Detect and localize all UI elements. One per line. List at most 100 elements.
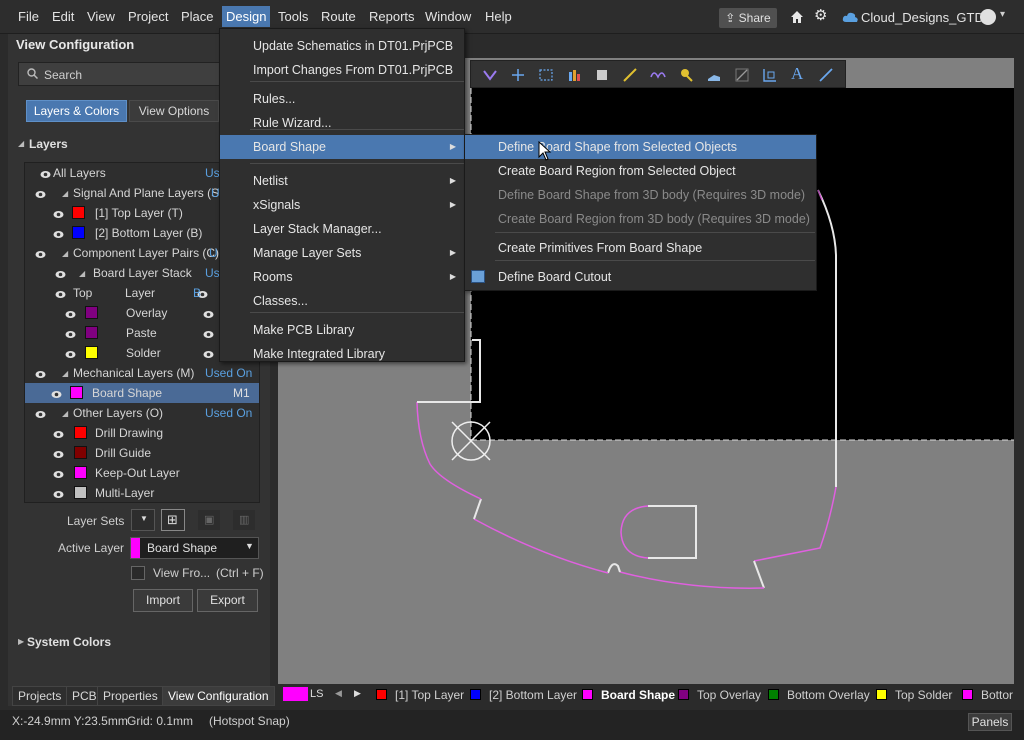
eye-icon[interactable] bbox=[53, 488, 64, 498]
scroll-left-icon[interactable]: ◀ bbox=[335, 688, 342, 699]
menu-route[interactable]: Route bbox=[321, 9, 356, 24]
eye-icon[interactable] bbox=[53, 228, 64, 238]
tab-view-configuration[interactable]: View Configuration bbox=[162, 686, 275, 706]
collapse-triangle-icon[interactable]: ◢ bbox=[62, 409, 68, 418]
eye-icon[interactable] bbox=[53, 448, 64, 458]
fill-icon[interactable] bbox=[706, 67, 722, 83]
export-button[interactable]: Export bbox=[197, 589, 258, 612]
route-icon[interactable] bbox=[622, 67, 638, 83]
eye-icon[interactable] bbox=[65, 308, 76, 318]
eye-icon[interactable] bbox=[40, 168, 51, 178]
expand-triangle-icon[interactable]: ▶ bbox=[18, 637, 24, 646]
scroll-right-icon[interactable]: ▶ bbox=[354, 688, 361, 699]
crosshair-icon[interactable] bbox=[510, 67, 526, 83]
layer-color-swatch[interactable] bbox=[74, 426, 87, 439]
chevron-down-icon[interactable]: ▼ bbox=[245, 541, 254, 551]
menu-item-netlist[interactable]: Netlist ▶ bbox=[220, 169, 464, 193]
collapse-triangle-icon[interactable]: ◢ bbox=[62, 249, 68, 258]
layer-tab-top-solder[interactable]: Top Solder bbox=[895, 688, 952, 702]
layer-row-drill-drawing[interactable]: Drill Drawing bbox=[25, 423, 259, 443]
submenu-item-define-board-cutout[interactable]: Define Board Cutout bbox=[465, 265, 816, 289]
system-colors-header[interactable]: System Colors bbox=[27, 635, 111, 649]
submenu-item-create-board-region[interactable]: Create Board Region from Selected Object bbox=[465, 159, 816, 183]
menu-item-layer-stack-manager[interactable]: Layer Stack Manager... bbox=[220, 217, 464, 241]
home-icon[interactable] bbox=[790, 10, 804, 24]
collapse-triangle-icon[interactable]: ◢ bbox=[62, 189, 68, 198]
eye-icon[interactable] bbox=[35, 368, 46, 378]
layer-row-other-layers[interactable]: ◢ Other Layers (O) Used On bbox=[25, 403, 259, 423]
layer-row-drill-guide[interactable]: Drill Guide bbox=[25, 443, 259, 463]
menu-item-make-pcb-library[interactable]: Make PCB Library bbox=[220, 318, 464, 342]
eye-icon[interactable] bbox=[53, 468, 64, 478]
menu-item-board-shape[interactable]: Board Shape ▶ bbox=[220, 135, 464, 159]
eye-icon[interactable] bbox=[53, 428, 64, 438]
menu-item-manage-layer-sets[interactable]: Manage Layer Sets ▶ bbox=[220, 241, 464, 265]
view-from-checkbox[interactable] bbox=[131, 566, 145, 580]
import-button[interactable]: Import bbox=[133, 589, 193, 612]
menu-file[interactable]: File bbox=[18, 9, 39, 24]
submenu-item-define-board-shape[interactable]: Define Board Shape from Selected Objects bbox=[465, 135, 816, 159]
layer-tab-bottom-solder[interactable]: Bottor bbox=[981, 688, 1013, 702]
via-icon[interactable] bbox=[678, 67, 694, 83]
tab-projects[interactable]: Projects bbox=[12, 686, 68, 706]
line-icon[interactable] bbox=[734, 67, 750, 83]
user-avatar-icon[interactable] bbox=[980, 9, 996, 25]
eye-icon[interactable] bbox=[53, 208, 64, 218]
collapse-triangle-icon[interactable]: ◢ bbox=[79, 269, 85, 278]
layer-color-swatch[interactable] bbox=[74, 486, 87, 499]
layer-color-swatch[interactable] bbox=[72, 206, 85, 219]
collapse-triangle-icon[interactable]: ◢ bbox=[62, 369, 68, 378]
menu-window[interactable]: Window bbox=[425, 9, 471, 24]
text-icon[interactable]: A bbox=[791, 64, 807, 83]
menu-place[interactable]: Place bbox=[181, 9, 214, 24]
menu-project[interactable]: Project bbox=[128, 9, 168, 24]
eye-icon[interactable] bbox=[55, 268, 66, 278]
layer-row-mechanical[interactable]: ◢ Mechanical Layers (M) Used On bbox=[25, 363, 259, 383]
eye-icon[interactable] bbox=[35, 248, 46, 258]
draw-line-icon[interactable] bbox=[818, 67, 834, 83]
align-icon[interactable] bbox=[566, 67, 582, 83]
dimension-icon[interactable] bbox=[762, 67, 778, 83]
layer-tab-bottom-layer[interactable]: [2] Bottom Layer bbox=[489, 688, 577, 702]
layer-color-swatch[interactable] bbox=[72, 226, 85, 239]
layer-tab-top-overlay[interactable]: Top Overlay bbox=[697, 688, 761, 702]
menu-item-rooms[interactable]: Rooms ▶ bbox=[220, 265, 464, 289]
menu-item-rules[interactable]: Rules... bbox=[220, 87, 464, 111]
submenu-item-create-primitives[interactable]: Create Primitives From Board Shape bbox=[465, 236, 816, 260]
menu-tools[interactable]: Tools bbox=[278, 9, 308, 24]
panels-button[interactable]: Panels bbox=[968, 713, 1012, 731]
tab-layers-colors[interactable]: Layers & Colors bbox=[26, 100, 127, 122]
menu-item-rule-wizard[interactable]: Rule Wizard... bbox=[220, 111, 464, 135]
menu-view[interactable]: View bbox=[87, 9, 115, 24]
layer-row-multi-layer[interactable]: Multi-Layer bbox=[25, 483, 259, 503]
menu-item-import-changes[interactable]: Import Changes From DT01.PrjPCB bbox=[220, 58, 464, 82]
layer-color-swatch[interactable] bbox=[85, 346, 98, 359]
eye-icon[interactable] bbox=[35, 188, 46, 198]
save-layer-set-button[interactable]: ▣ bbox=[197, 509, 221, 531]
eye-icon[interactable] bbox=[203, 348, 214, 358]
workspace-name[interactable]: Cloud_Designs_GTD bbox=[861, 10, 984, 25]
gear-icon[interactable]: ⚙ bbox=[814, 8, 828, 23]
menu-item-make-integrated-library[interactable]: Make Integrated Library bbox=[220, 342, 464, 366]
diff-pair-icon[interactable] bbox=[650, 67, 666, 83]
eye-icon[interactable] bbox=[65, 348, 76, 358]
eye-icon[interactable] bbox=[55, 288, 66, 298]
eye-icon[interactable] bbox=[51, 388, 62, 398]
select-rectangle-icon[interactable] bbox=[538, 67, 554, 83]
menu-reports[interactable]: Reports bbox=[369, 9, 415, 24]
delete-layer-set-button[interactable]: ▥ bbox=[232, 509, 256, 531]
eye-icon[interactable] bbox=[65, 328, 76, 338]
layer-color-swatch[interactable] bbox=[74, 466, 87, 479]
eye-icon[interactable] bbox=[203, 308, 214, 318]
layer-color-swatch[interactable] bbox=[85, 326, 98, 339]
chevron-down-icon[interactable]: ▾ bbox=[1000, 9, 1005, 20]
menu-design[interactable]: Design bbox=[222, 6, 271, 27]
menu-item-xsignals[interactable]: xSignals ▶ bbox=[220, 193, 464, 217]
menu-edit[interactable]: Edit bbox=[52, 9, 74, 24]
layer-set-button[interactable]: LS bbox=[310, 688, 323, 700]
layer-row-board-shape[interactable]: Board Shape M1 bbox=[25, 383, 259, 403]
eye-icon[interactable] bbox=[203, 328, 214, 338]
eye-icon[interactable] bbox=[35, 408, 46, 418]
layer-color-swatch[interactable] bbox=[70, 386, 83, 399]
layer-sets-dropdown[interactable]: ▼ bbox=[131, 509, 155, 531]
